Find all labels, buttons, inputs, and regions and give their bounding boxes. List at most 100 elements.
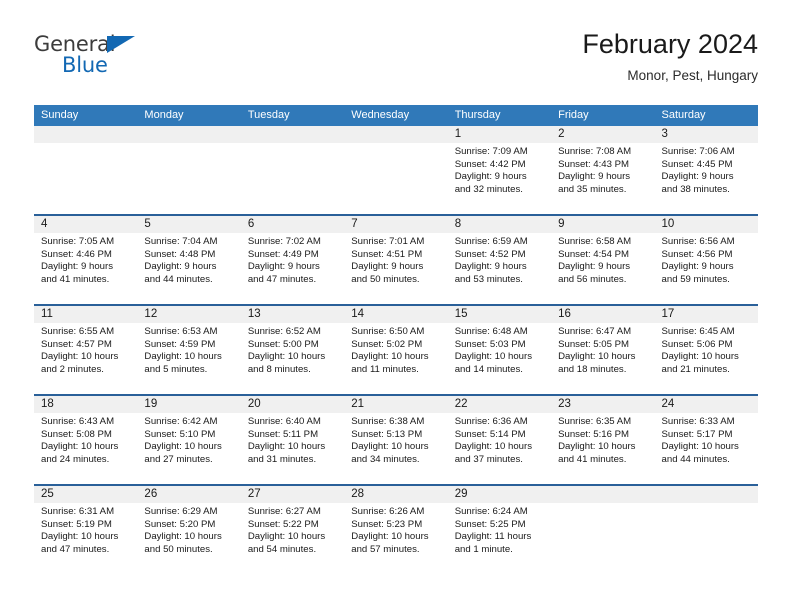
day-info-line: and 57 minutes.	[351, 543, 420, 555]
day-info-line: Sunrise: 7:01 AM	[351, 236, 425, 247]
day-info-line: and 44 minutes.	[144, 273, 213, 285]
day-info-line: Sunrise: 6:29 AM	[144, 506, 218, 517]
calendar-day-cell[interactable]: 25 Sunrise: 6:31 AM Sunset: 5:19 PM Dayligh…	[34, 486, 138, 576]
calendar-day-cell[interactable]: 2 Sunrise: 7:08 AM Sunset: 4:43 PM Daylight…	[551, 126, 655, 214]
day-sun-info: Sunrise: 6:58 AM Sunset: 4:54 PM Daylight:…	[551, 233, 654, 286]
day-sun-info: Sunrise: 6:33 AM Sunset: 5:17 PM Daylight:…	[655, 413, 758, 466]
day-number: 11	[34, 306, 138, 323]
calendar-day-cell[interactable]: 24 Sunrise: 6:33 AM Sunset: 5:17 PM Dayligh…	[654, 396, 758, 484]
day-number: 17	[654, 306, 758, 323]
day-sun-info	[241, 143, 344, 146]
calendar-day-cell[interactable]: 19 Sunrise: 6:42 AM Sunset: 5:10 PM Dayligh…	[137, 396, 241, 484]
day-info-line: Daylight: 10 hours	[351, 531, 429, 543]
calendar-day-cell[interactable]: 14 Sunrise: 6:50 AM Sunset: 5:02 PM Dayligh…	[344, 306, 448, 394]
calendar-day-cell[interactable]: 15 Sunrise: 6:48 AM Sunset: 5:03 PM Dayligh…	[447, 306, 552, 394]
day-info-line: Daylight: 10 hours	[558, 441, 636, 453]
day-number: 24	[654, 396, 758, 413]
calendar-day-cell[interactable]: 22 Sunrise: 6:36 AM Sunset: 5:14 PM Dayligh…	[447, 396, 552, 484]
calendar-day-cell[interactable]: 26 Sunrise: 6:29 AM Sunset: 5:20 PM Dayligh…	[137, 486, 241, 576]
day-info-line: Sunrise: 7:06 AM	[661, 146, 735, 157]
day-info-line: Sunrise: 6:31 AM	[41, 506, 115, 517]
calendar-day-cell[interactable]: 17 Sunrise: 6:45 AM Sunset: 5:06 PM Dayligh…	[654, 306, 758, 394]
day-info-line: Daylight: 10 hours	[661, 441, 739, 453]
day-info-line: Sunrise: 7:05 AM	[41, 236, 115, 247]
calendar-day-cell[interactable]: 10 Sunrise: 6:56 AM Sunset: 4:56 PM Dayligh…	[654, 216, 758, 304]
day-info-line: Daylight: 10 hours	[454, 351, 533, 363]
weekday-header-saturday: Saturday	[661, 109, 706, 121]
day-info-line: and 53 minutes.	[454, 273, 523, 285]
day-info-line: Daylight: 9 hours	[558, 171, 631, 183]
day-info-line: Daylight: 9 hours	[661, 171, 734, 183]
day-info-line: Sunset: 4:54 PM	[558, 248, 630, 260]
day-info-line: Daylight: 10 hours	[661, 351, 739, 363]
calendar-day-cell[interactable]: 12 Sunrise: 6:53 AM Sunset: 4:59 PM Dayligh…	[137, 306, 241, 394]
day-number: 4	[34, 216, 138, 233]
calendar-week-row: 11 Sunrise: 6:55 AM Sunset: 4:57 PM Dayligh…	[34, 306, 758, 396]
calendar-day-cell-empty	[654, 486, 758, 576]
day-info-line: Daylight: 9 hours	[41, 261, 113, 273]
day-sun-info: Sunrise: 7:02 AM Sunset: 4:49 PM Daylight:…	[241, 233, 344, 286]
calendar-day-cell[interactable]: 23 Sunrise: 6:35 AM Sunset: 5:16 PM Dayligh…	[551, 396, 655, 484]
day-number: 21	[344, 396, 448, 413]
calendar-day-cell[interactable]: 18 Sunrise: 6:43 AM Sunset: 5:08 PM Dayligh…	[34, 396, 138, 484]
calendar-day-cell[interactable]: 28 Sunrise: 6:26 AM Sunset: 5:23 PM Dayligh…	[344, 486, 448, 576]
day-info-line: Sunset: 5:06 PM	[661, 338, 733, 350]
day-info-line: Sunset: 5:13 PM	[351, 428, 423, 440]
calendar-day-cell[interactable]: 20 Sunrise: 6:40 AM Sunset: 5:11 PM Dayligh…	[240, 396, 345, 484]
day-info-line: Daylight: 10 hours	[41, 531, 119, 543]
day-number: 27	[240, 486, 345, 503]
calendar-day-cell[interactable]: 7 Sunrise: 7:01 AM Sunset: 4:51 PM Daylight…	[344, 216, 448, 304]
calendar-day-cell[interactable]: 6 Sunrise: 7:02 AM Sunset: 4:49 PM Daylight…	[240, 216, 345, 304]
calendar-day-cell[interactable]: 5 Sunrise: 7:04 AM Sunset: 4:48 PM Daylight…	[137, 216, 241, 304]
calendar-day-cell-empty	[137, 126, 241, 214]
day-info-line: Daylight: 11 hours	[454, 531, 532, 543]
day-info-line: Sunset: 5:25 PM	[454, 518, 526, 530]
day-info-line: and 54 minutes.	[247, 543, 317, 555]
weekday-header-friday: Friday	[558, 109, 589, 121]
day-number: 2	[551, 126, 655, 143]
day-info-line: and 41 minutes.	[558, 453, 627, 465]
day-info-line: Daylight: 10 hours	[351, 441, 429, 453]
calendar-day-cell[interactable]: 29 Sunrise: 6:24 AM Sunset: 5:25 PM Dayligh…	[447, 486, 552, 576]
day-info-line: Sunset: 5:20 PM	[144, 518, 216, 530]
day-info-line: Sunset: 4:56 PM	[661, 248, 733, 260]
day-number: 13	[240, 306, 345, 323]
day-info-line: Sunset: 5:23 PM	[351, 518, 423, 530]
day-sun-info	[34, 143, 137, 146]
calendar-day-cell[interactable]: 21 Sunrise: 6:38 AM Sunset: 5:13 PM Dayligh…	[344, 396, 448, 484]
calendar-day-cell[interactable]: 3 Sunrise: 7:06 AM Sunset: 4:45 PM Daylight…	[654, 126, 758, 214]
day-info-line: and 50 minutes.	[144, 543, 213, 555]
calendar-day-cell-empty	[34, 126, 138, 214]
calendar-week-row: 18 Sunrise: 6:43 AM Sunset: 5:08 PM Dayligh…	[34, 396, 758, 486]
day-info-line: Sunset: 4:52 PM	[454, 248, 526, 260]
day-sun-info: Sunrise: 6:35 AM Sunset: 5:16 PM Daylight:…	[551, 413, 654, 466]
weekday-header-thursday: Thursday	[454, 109, 501, 121]
day-info-line: Sunrise: 6:47 AM	[558, 326, 632, 337]
calendar-day-cell-empty	[240, 126, 345, 214]
calendar-day-cell[interactable]: 13 Sunrise: 6:52 AM Sunset: 5:00 PM Dayligh…	[240, 306, 345, 394]
day-sun-info	[137, 143, 240, 146]
day-info-line: Sunrise: 6:59 AM	[454, 236, 528, 247]
calendar-day-cell[interactable]: 8 Sunrise: 6:59 AM Sunset: 4:52 PM Daylight…	[447, 216, 552, 304]
calendar-day-cell[interactable]: 1 Sunrise: 7:09 AM Sunset: 4:42 PM Daylight…	[447, 126, 552, 214]
day-info-line: Sunset: 5:10 PM	[144, 428, 216, 440]
day-sun-info: Sunrise: 7:09 AM Sunset: 4:42 PM Daylight:…	[448, 143, 551, 196]
day-info-line: Sunrise: 6:24 AM	[454, 506, 528, 517]
day-info-line: Sunrise: 6:40 AM	[247, 416, 321, 427]
calendar-week-row: 25 Sunrise: 6:31 AM Sunset: 5:19 PM Dayligh…	[34, 486, 758, 576]
day-number: 26	[137, 486, 241, 503]
calendar-day-cell[interactable]: 9 Sunrise: 6:58 AM Sunset: 4:54 PM Daylight…	[551, 216, 655, 304]
calendar-day-cell[interactable]: 4 Sunrise: 7:05 AM Sunset: 4:46 PM Daylight…	[34, 216, 138, 304]
day-info-line: and 47 minutes.	[247, 273, 317, 285]
day-info-line: and 14 minutes.	[454, 363, 523, 375]
day-info-line: and 56 minutes.	[558, 273, 627, 285]
calendar-day-cell[interactable]: 27 Sunrise: 6:27 AM Sunset: 5:22 PM Dayligh…	[240, 486, 345, 576]
day-info-line: and 37 minutes.	[454, 453, 523, 465]
calendar-day-cell[interactable]: 11 Sunrise: 6:55 AM Sunset: 4:57 PM Dayligh…	[34, 306, 138, 394]
day-number: 5	[137, 216, 241, 233]
page-title: February 2024	[582, 29, 758, 59]
day-info-line: Sunrise: 6:26 AM	[351, 506, 425, 517]
calendar-day-cell[interactable]: 16 Sunrise: 6:47 AM Sunset: 5:05 PM Dayligh…	[551, 306, 655, 394]
day-number: 1	[447, 126, 552, 143]
day-sun-info: Sunrise: 7:08 AM Sunset: 4:43 PM Daylight:…	[551, 143, 654, 196]
